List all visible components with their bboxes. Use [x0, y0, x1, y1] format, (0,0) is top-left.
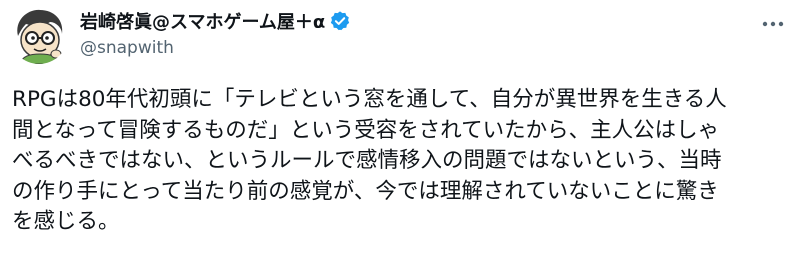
more-options-button[interactable]	[758, 12, 788, 36]
post-text-line: べるべきではない、というルールで感情移入の問題ではないという、当時	[12, 148, 722, 173]
post-text-line: RPGは80年代初頭に「テレビという窓を通して、自分が異世界を生きる人	[12, 87, 727, 112]
avatar-cartoon-icon	[10, 6, 68, 64]
post-body-text: RPGは80年代初頭に「テレビという窓を通して、自分が異世界を生きる人 間となっ…	[12, 85, 788, 238]
more-dots-icon	[762, 21, 784, 27]
author-handle[interactable]: @snapwith	[80, 38, 174, 58]
avatar[interactable]	[10, 6, 68, 64]
author-display-name[interactable]: 岩崎啓眞@スマホゲーム屋＋α	[80, 8, 325, 34]
post-card: 岩崎啓眞@スマホゲーム屋＋α @snapwith RPGは80年代初頭に「テレビ…	[0, 0, 800, 267]
author-name-row: 岩崎啓眞@スマホゲーム屋＋α	[80, 9, 351, 33]
post-text-line: を感じる。	[12, 209, 120, 234]
verified-badge-icon	[329, 10, 351, 32]
post-text-line: の作り手にとって当たり前の感覚が、今では理解されていないことに驚き	[12, 178, 719, 204]
post-text-line: 間となって冒険するものだ」という受容をされていたから、主人公はしゃ	[12, 117, 720, 143]
